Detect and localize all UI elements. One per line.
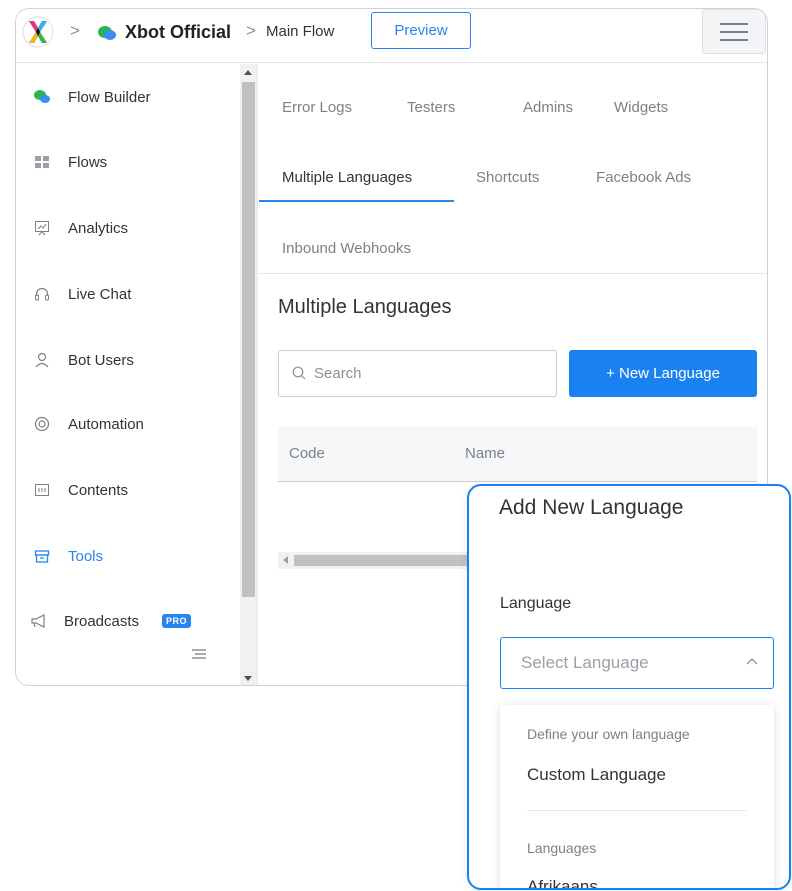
- sidebar: Flow Builder Flows Analytics Live Chat B…: [16, 64, 258, 685]
- scroll-down-arrow-icon[interactable]: [244, 676, 252, 681]
- toolbox-icon: [34, 550, 50, 563]
- sidebar-item-contents[interactable]: Contents: [16, 470, 241, 510]
- dropdown-option-custom-language[interactable]: Custom Language: [527, 765, 666, 785]
- collapse-sidebar-icon[interactable]: [192, 649, 206, 659]
- analytics-icon: [35, 221, 49, 236]
- modal-title: Add New Language: [499, 496, 684, 519]
- tab-inbound-webhooks[interactable]: Inbound Webhooks: [282, 240, 411, 257]
- language-dropdown-menu: Define your own language Custom Language…: [500, 705, 774, 888]
- bot-name-breadcrumb[interactable]: Xbot Official: [125, 22, 231, 43]
- flow-builder-icon: [34, 90, 50, 103]
- breadcrumb-separator: >: [70, 21, 80, 40]
- sidebar-item-bot-users[interactable]: Bot Users: [16, 340, 241, 380]
- tab-shortcuts[interactable]: Shortcuts: [476, 169, 539, 186]
- sidebar-item-label: Flows: [68, 153, 108, 171]
- sidebar-item-live-chat[interactable]: Live Chat: [16, 274, 241, 314]
- column-header-code[interactable]: Code: [289, 445, 325, 462]
- flow-name-breadcrumb[interactable]: Main Flow: [266, 23, 334, 40]
- language-select[interactable]: Select Language: [500, 637, 774, 689]
- megaphone-icon: [31, 614, 45, 628]
- page-title: Multiple Languages: [278, 296, 452, 318]
- sidebar-item-flow-builder[interactable]: Flow Builder: [16, 77, 241, 117]
- sidebar-item-flows[interactable]: Flows: [16, 142, 241, 182]
- sidebar-item-analytics[interactable]: Analytics: [16, 208, 241, 248]
- sidebar-item-label: Analytics: [68, 219, 129, 237]
- sidebar-item-label: Tools: [68, 547, 104, 565]
- breadcrumb-separator: >: [246, 21, 256, 40]
- sidebar-item-label: Contents: [68, 481, 129, 499]
- xbot-logo-icon[interactable]: [22, 16, 54, 48]
- sidebar-item-automation[interactable]: Automation: [16, 404, 241, 444]
- top-bar: > Xbot Official > Main Flow Preview: [16, 9, 767, 63]
- tab-widgets[interactable]: Widgets: [614, 99, 668, 116]
- hamburger-menu-button[interactable]: [702, 9, 766, 54]
- sidebar-item-broadcasts[interactable]: Broadcasts PRO: [16, 601, 241, 641]
- pro-badge: PRO: [162, 614, 192, 628]
- contents-icon: [35, 484, 49, 496]
- active-tab-indicator: [259, 200, 454, 202]
- dropdown-group-label: Define your own language: [527, 726, 690, 742]
- hamburger-icon: [720, 23, 748, 25]
- chat-bubbles-icon: [98, 26, 116, 40]
- tab-facebook-ads[interactable]: Facebook Ads: [596, 169, 691, 186]
- sidebar-item-label: Bot Users: [68, 351, 134, 369]
- sidebar-item-label: Live Chat: [68, 285, 132, 303]
- sidebar-scrollbar-thumb[interactable]: [242, 82, 255, 597]
- hamburger-icon-line: [720, 31, 748, 33]
- preview-button[interactable]: Preview: [371, 12, 471, 49]
- user-icon: [35, 352, 49, 368]
- scroll-up-arrow-icon[interactable]: [244, 70, 252, 75]
- grid-icon: [35, 156, 49, 168]
- dropdown-divider: [527, 810, 746, 811]
- tab-error-logs[interactable]: Error Logs: [282, 99, 352, 116]
- language-select-placeholder: Select Language: [521, 653, 649, 672]
- sidebar-item-tools[interactable]: Tools: [16, 536, 241, 576]
- language-field-label: Language: [500, 595, 572, 612]
- tab-multiple-languages[interactable]: Multiple Languages: [282, 169, 412, 186]
- hamburger-icon-line: [720, 39, 748, 41]
- tabs-divider: [259, 273, 767, 274]
- automation-icon: [34, 416, 50, 432]
- dropdown-option-language[interactable]: Afrikaans: [527, 877, 598, 888]
- sidebar-item-label: Automation: [68, 415, 144, 433]
- table-header: Code Name: [278, 427, 757, 482]
- add-language-callout: Add New Language Language Select Languag…: [467, 484, 791, 890]
- sidebar-item-label: Broadcasts: [64, 612, 140, 630]
- tab-admins[interactable]: Admins: [523, 99, 573, 116]
- sidebar-item-label: Flow Builder: [68, 88, 151, 106]
- search-input[interactable]: Search: [278, 350, 557, 397]
- dropdown-group-label: Languages: [527, 840, 597, 856]
- scroll-left-arrow-icon[interactable]: [283, 556, 288, 564]
- search-placeholder: Search: [314, 365, 362, 382]
- search-icon: [292, 366, 306, 380]
- new-language-button[interactable]: + New Language: [569, 350, 757, 397]
- column-header-name[interactable]: Name: [465, 445, 505, 462]
- chevron-up-icon: [746, 658, 758, 665]
- headset-icon: [35, 287, 49, 301]
- tab-testers[interactable]: Testers: [407, 99, 455, 116]
